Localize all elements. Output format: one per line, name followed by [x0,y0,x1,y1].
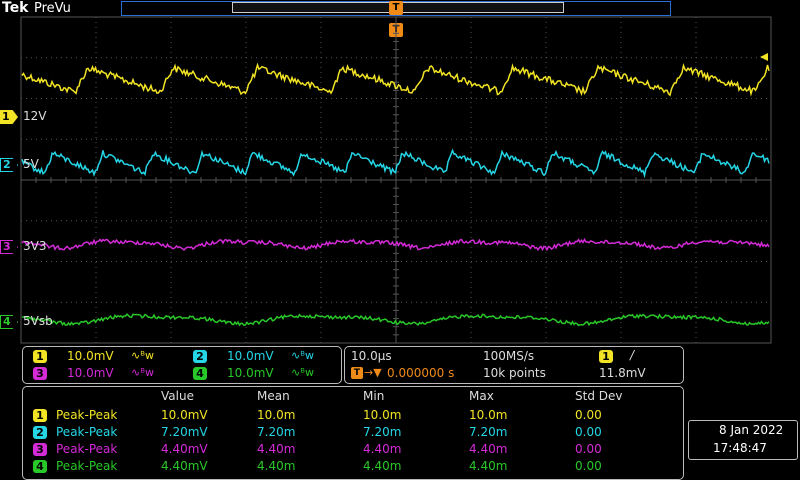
ac-bandwidth-icon: ∿ᴮw [291,349,314,362]
trigger-delay: 0.000000 s [387,366,455,380]
meas-channel-badge: 3 [33,443,47,456]
timebase-panel[interactable]: 10.0µs 100MS/s 1 / T →▼ 0.000000 s 10k p… [344,346,684,384]
meas-max: 10.0m [469,408,508,422]
trigger-level: 11.8mV [599,366,646,380]
arrow-icon: →▼ [364,366,382,379]
col-header-mean: Mean [257,389,290,403]
ch2-scale: 10.0mV [227,349,274,363]
ch1-label: 12V [23,109,47,123]
meas-value: 4.40mV [161,459,208,473]
ac-bandwidth-icon: ∿ᴮw [291,366,314,379]
meas-min: 10.0m [363,408,402,422]
meas-max: 4.40m [469,442,508,456]
meas-min: 7.20m [363,425,402,439]
meas-min: 4.40m [363,442,402,456]
meas-mean: 7.20m [257,425,296,439]
meas-mean: 4.40m [257,459,296,473]
ch4-label: 5Vsb [23,314,53,328]
ch3-badge: 3 [33,367,47,380]
ch3-label: 3V3 [23,239,47,253]
ch2-badge: 2 [193,350,207,363]
meas-min: 4.40m [363,459,402,473]
meas-std: 0.00 [575,408,602,422]
measurement-panel[interactable]: Value Mean Min Max Std Dev 1 Peak-Peak 10.… [22,386,684,480]
trigger-source-badge: 1 [599,350,613,363]
col-header-max: Max [469,389,494,403]
trigger-slope-icon: / [630,348,635,362]
ch1-scale: 10.0mV [67,349,114,363]
meas-value: 7.20mV [161,425,208,439]
meas-std: 0.00 [575,425,602,439]
measurement-row[interactable]: 3 Peak-Peak 4.40mV 4.40m 4.40m 4.40m 0.00 [23,441,683,458]
meas-value: 4.40mV [161,442,208,456]
sample-rate: 100MS/s [483,349,535,363]
time: 17:48:47 [713,441,767,455]
channel-scale-panel[interactable]: 1 10.0mV ∿ᴮw 2 10.0mV ∿ᴮw 3 10.0mV ∿ᴮw 4… [22,346,342,384]
meas-channel-badge: 4 [33,460,47,473]
ch4-badge: 4 [193,367,207,380]
ch3-scale: 10.0mV [67,366,114,380]
measurement-row[interactable]: 2 Peak-Peak 7.20mV 7.20m 7.20m 7.20m 0.00 [23,424,683,441]
meas-value: 10.0mV [161,408,208,422]
col-header-value: Value [161,389,194,403]
ch2-label: 5V [23,157,39,171]
meas-std: 0.00 [575,459,602,473]
meas-type: Peak-Peak [56,408,118,422]
meas-channel-badge: 2 [33,426,47,439]
meas-type: Peak-Peak [56,459,118,473]
trigger-delay-icon: T [351,367,363,379]
record-length: 10k points [483,366,546,380]
meas-mean: 4.40m [257,442,296,456]
meas-mean: 10.0m [257,408,296,422]
ch4-scale: 10.0mV [227,366,274,380]
meas-channel-badge: 1 [33,409,47,422]
oscilloscope-screen: Tek PreVu T T 1 12V 2 5V 3 3V3 4 5Vsb 1 … [0,0,800,480]
meas-type: Peak-Peak [56,442,118,456]
trigger-level-icon [760,53,768,61]
meas-std: 0.00 [575,442,602,456]
measurement-row[interactable]: 1 Peak-Peak 10.0mV 10.0m 10.0m 10.0m 0.00 [23,407,683,424]
ac-bandwidth-icon: ∿ᴮw [131,366,154,379]
measurement-row[interactable]: 4 Peak-Peak 4.40mV 4.40m 4.40m 4.40m 0.00 [23,458,683,475]
date: 8 Jan 2022 [719,423,784,437]
meas-max: 4.40m [469,459,508,473]
meas-max: 7.20m [469,425,508,439]
col-header-std-dev: Std Dev [575,389,623,403]
ch1-badge: 1 [33,350,47,363]
horizontal-scale: 10.0µs [351,349,392,363]
meas-type: Peak-Peak [56,425,118,439]
datetime-panel[interactable]: 8 Jan 2022 17:48:47 [688,420,798,460]
ac-bandwidth-icon: ∿ᴮw [131,349,154,362]
col-header-min: Min [363,389,385,403]
